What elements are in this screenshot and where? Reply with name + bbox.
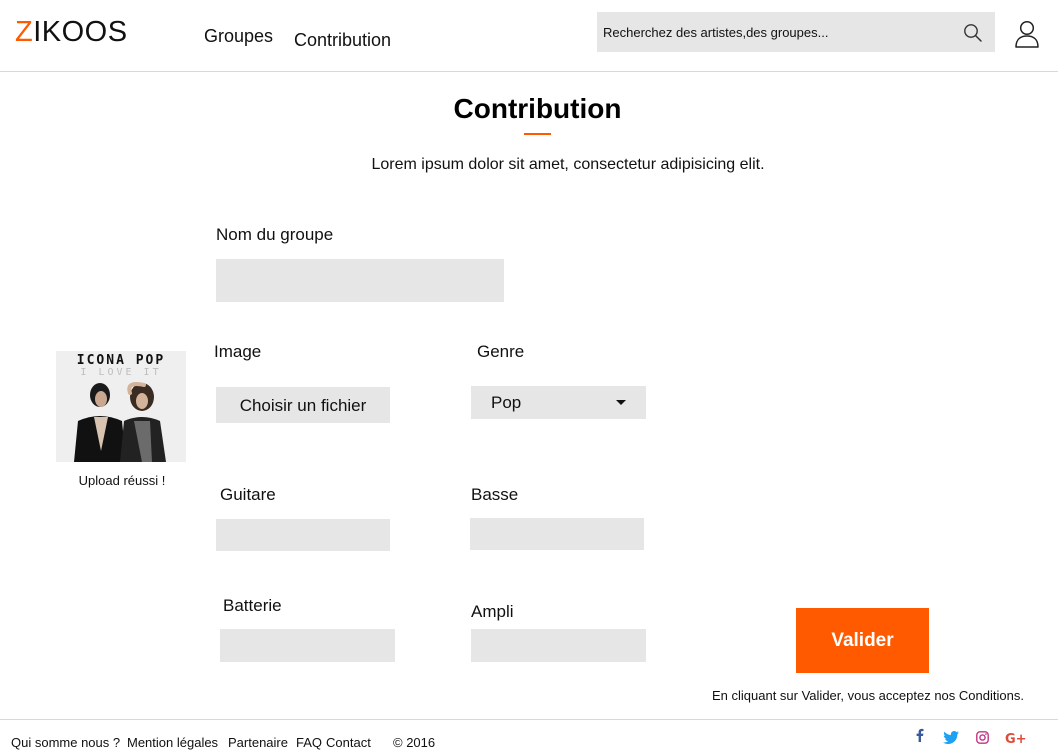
- footer-link-about[interactable]: Qui somme nous ?: [11, 735, 120, 750]
- nav-groupes[interactable]: Groupes: [204, 26, 273, 47]
- basse-input[interactable]: [470, 518, 644, 550]
- title-underline: [524, 133, 551, 135]
- upload-status: Upload réussi !: [78, 473, 166, 488]
- ampli-input[interactable]: [471, 629, 646, 662]
- batterie-label: Batterie: [223, 596, 282, 615]
- choose-file-button[interactable]: Choisir un fichier: [216, 387, 390, 423]
- image-label: Image: [214, 342, 262, 361]
- cover-subtitle-text: I LOVE IT: [80, 367, 161, 378]
- cover-title-text: ICONA POP: [77, 353, 165, 368]
- footer-link-partner[interactable]: Partenaire: [228, 735, 288, 750]
- uploaded-image-preview: ICONA POP I LOVE IT: [56, 351, 186, 462]
- search-icon[interactable]: [963, 23, 983, 43]
- genre-select[interactable]: Pop: [471, 386, 646, 419]
- genre-label: Genre: [477, 342, 525, 361]
- search-input[interactable]: [597, 12, 947, 52]
- site-logo[interactable]: ZIKOOS: [15, 16, 128, 49]
- group-name-input[interactable]: [216, 259, 504, 302]
- page-subtitle: Lorem ipsum dolor sit amet, consectetur …: [371, 156, 765, 173]
- terms-notice: En cliquant sur Valider, vous acceptez n…: [712, 688, 1024, 703]
- facebook-icon[interactable]: [915, 728, 925, 742]
- google-plus-icon[interactable]: G+: [1005, 731, 1026, 745]
- page-title: Contribution: [453, 93, 622, 124]
- footer-link-faq[interactable]: FAQ: [296, 735, 322, 750]
- basse-label: Basse: [471, 485, 519, 504]
- site-footer: Qui somme nous ? Mention légales Partena…: [0, 719, 1058, 751]
- instagram-icon[interactable]: [976, 731, 989, 744]
- group-name-label: Nom du groupe: [216, 225, 334, 244]
- footer-link-legal[interactable]: Mention légales: [127, 735, 218, 750]
- guitare-input[interactable]: [216, 519, 390, 551]
- batterie-input[interactable]: [220, 629, 395, 662]
- footer-link-contact[interactable]: Contact: [326, 735, 371, 750]
- caret-down-icon: [616, 400, 626, 405]
- user-icon[interactable]: [1014, 20, 1040, 48]
- nav-contribution[interactable]: Contribution: [294, 30, 391, 51]
- ampli-label: Ampli: [471, 602, 514, 621]
- submit-button[interactable]: Valider: [796, 608, 929, 673]
- svg-text:G+: G+: [1005, 732, 1026, 745]
- twitter-icon[interactable]: [943, 731, 959, 744]
- site-header: ZIKOOS Groupes Contribution: [0, 0, 1058, 72]
- album-cover-image: ICONA POP I LOVE IT: [56, 351, 186, 462]
- search-bar: [597, 12, 995, 52]
- copyright: © 2016: [393, 735, 436, 750]
- genre-selected-value: Pop: [491, 393, 522, 412]
- logo-accent-letter: Z: [15, 16, 34, 48]
- logo-text: IKOOS: [33, 16, 128, 48]
- guitare-label: Guitare: [220, 485, 276, 504]
